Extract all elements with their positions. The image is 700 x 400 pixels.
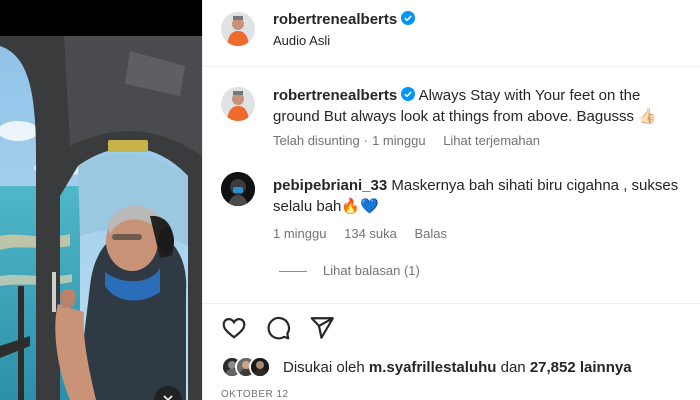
media-top-band — [0, 0, 202, 36]
commenter-username[interactable]: pebipebriani_33 — [273, 177, 387, 194]
likes-prefix: Disukai oleh — [283, 359, 365, 376]
post-header: robertrenealberts Audio Asli — [203, 0, 700, 67]
commenter-avatar[interactable] — [221, 172, 255, 206]
helicopter-photo — [0, 36, 202, 400]
replies-divider — [279, 271, 307, 272]
heart-icon[interactable] — [221, 315, 247, 341]
comment-likes-count[interactable]: 134 suka — [344, 226, 397, 241]
likes-mid: dan — [500, 359, 526, 376]
paper-plane-icon[interactable] — [309, 315, 335, 341]
comment-emoji: 🔥💙 — [341, 197, 379, 215]
comment-meta: 1 minggu 134 suka Balas — [273, 226, 461, 241]
caption-text-block: robertrenealberts Always Stay with Your … — [273, 85, 683, 127]
verified-badge-icon — [401, 11, 416, 25]
reply-button[interactable]: Balas — [415, 226, 448, 241]
author-avatar[interactable] — [221, 12, 255, 46]
comment-text-block: pebipebriani_33 Maskernya bah sihati bir… — [273, 175, 683, 217]
action-bar — [203, 303, 700, 347]
audio-link[interactable]: Audio Asli — [273, 33, 330, 48]
caption-author-avatar[interactable] — [221, 87, 255, 121]
caption-username[interactable]: robertrenealberts — [273, 87, 397, 104]
likes-summary: Disukai oleh m.syafrillestaluhu dan 27,8… — [221, 356, 691, 382]
comment-bubble-icon[interactable] — [265, 315, 291, 341]
view-replies-button[interactable]: Lihat balasan (1) — [323, 263, 420, 278]
post-media[interactable] — [0, 0, 202, 400]
edited-label: Telah disunting — [273, 133, 360, 148]
caption-age: 1 minggu — [372, 133, 426, 148]
liker-username[interactable]: m.syafrillestaluhu — [369, 359, 497, 376]
see-translation-link[interactable]: Lihat terjemahan — [443, 133, 540, 148]
author-username[interactable]: robertrenealberts — [273, 11, 416, 28]
post-date: OKTOBER 12 — [221, 389, 289, 400]
likes-count[interactable]: 27,852 lainnya — [530, 359, 632, 376]
post-details-panel: robertrenealberts Audio Asli robertrenea… — [202, 0, 700, 400]
liker-avatar[interactable] — [249, 356, 271, 378]
comment-age: 1 minggu — [273, 226, 327, 241]
verified-badge-icon — [401, 87, 416, 101]
thumbs-up-emoji: 👍🏻 — [638, 107, 657, 125]
caption-meta: Telah disunting · 1 minggu Lihat terjemaha… — [273, 133, 541, 148]
likes-text: Disukai oleh m.syafrillestaluhu dan 27,8… — [283, 359, 632, 376]
instagram-post-view: robertrenealberts Audio Asli robertrenea… — [0, 0, 700, 400]
